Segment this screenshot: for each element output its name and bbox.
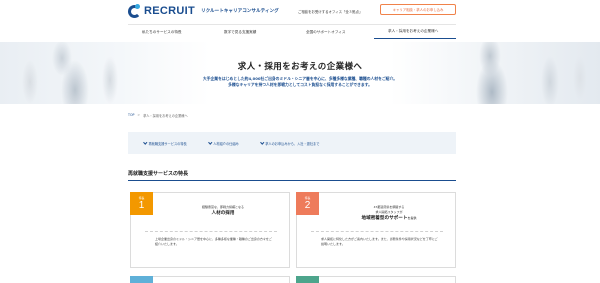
nav-item-label: 求人・採用をお考えの企業様へ — [388, 29, 439, 33]
logo-text: RECRUIT — [144, 5, 195, 17]
card-main-suffix: を提供 — [407, 216, 417, 220]
breadcrumb-current: 求人・採用をお考えの企業様へ — [143, 114, 188, 118]
badge-number: 1 — [138, 199, 145, 211]
nav-item-label: 全国のサポートオフィス — [306, 29, 346, 34]
consultation-cta-label: キャリア相談・求人のお申し込み — [392, 8, 444, 12]
card-main-heading: 地域密着型のサポートを提供 — [325, 215, 453, 222]
hero-description: 大手企業をはじめとした約4,000社ご出身のミドル・シニア層を中心に、多種多様な… — [0, 76, 600, 88]
anchor-link-label: 人材紹介の仕組み — [213, 141, 239, 146]
card-divider — [145, 231, 277, 232]
feature-card-2: 特長 2 47都道府県を網羅する 求人開拓スタッフが 地域密着型のサポートを提供… — [296, 192, 456, 268]
anchor-link-mechanism[interactable]: 人材紹介の仕組み — [208, 140, 239, 146]
card-body-text: 上場企業出身のミドル・シニア層を中心に、多種多様な業種・職種のご出身の方々をご紹… — [155, 237, 272, 246]
nav-item-companies[interactable]: 求人・採用をお考えの企業様へ — [374, 25, 456, 39]
global-nav: 私たちのサービスの特長 数字で見る支援実績 全国のサポートオフィス 求人・採用を… — [128, 24, 456, 39]
page-title: 求人・採用をお考えの企業様へ — [237, 62, 363, 72]
chevron-down-icon — [143, 140, 148, 145]
hero-image-right — [430, 42, 600, 104]
feature-badge — [130, 276, 153, 283]
card-main-heading: 人材の採用 — [159, 210, 287, 217]
nav-item-features[interactable]: 私たちのサービスの特長 — [128, 25, 210, 39]
card-heading: 経験豊富な、即戦力候補となる 人材の採用 — [159, 205, 287, 217]
nav-item-label: 数字で見る支援実績 — [224, 29, 257, 34]
chevron-down-icon — [260, 140, 264, 145]
logo-mark-icon — [128, 4, 142, 18]
breadcrumb-separator: > — [137, 113, 141, 117]
breadcrumb: TOP > 求人・採用をお考えの企業様へ — [128, 113, 188, 118]
section-title: 再就職支援サービスの特長 — [128, 171, 189, 177]
site-header: RECRUIT リクルートキャリアコンサルティング ご相談をお受けするオフィス「… — [0, 0, 600, 22]
nav-item-label: 私たちのサービスの特長 — [142, 29, 182, 34]
office-link[interactable]: ご相談をお受けするオフィス「全３拠点」 — [298, 9, 362, 14]
card-heading: 47都道府県を網羅する 求人開拓スタッフが 地域密着型のサポートを提供 — [325, 205, 453, 222]
breadcrumb-home-link[interactable]: TOP — [128, 113, 134, 118]
hero-banner — [0, 42, 600, 104]
anchor-link-label: 求人のお申込みから、入社・退社まで — [265, 141, 320, 146]
anchor-link-features[interactable]: 再就職支援サービスの特長 — [143, 140, 187, 146]
card-divider — [311, 231, 443, 232]
anchor-link-label: 再就職支援サービスの特長 — [148, 141, 187, 146]
nav-item-results[interactable]: 数字で見る支援実績 — [210, 25, 292, 39]
consultation-cta-button[interactable]: キャリア相談・求人のお申し込み — [380, 4, 456, 15]
card-main-text: 地域密着型のサポート — [361, 216, 408, 221]
feature-badge — [296, 276, 319, 283]
section-divider — [128, 180, 456, 181]
feature-card-1: 特長 1 経験豊富な、即戦力候補となる 人材の採用 上場企業出身のミドル・シニア… — [130, 192, 290, 268]
hero-line: 多様なキャリアを持つ人材を即戦力としてコスト負担なく採用することができます。 — [228, 82, 372, 87]
anchor-link-flow[interactable]: 求人のお申込みから、入社・退社まで — [260, 140, 320, 146]
feature-card-4 — [296, 276, 456, 283]
hero-image-left — [0, 42, 170, 104]
feature-badge: 特長 1 — [130, 192, 153, 215]
chevron-down-icon — [208, 140, 212, 145]
logo-subtitle: リクルートキャリアコンサルティング — [201, 9, 279, 14]
card-main-text: 人材の採用 — [211, 211, 235, 216]
card-body-text: 求人開拓に特化した方がご案内いたします。また、労務条件や採用状況などを丁寧にご説… — [321, 237, 438, 246]
page-anchor-links: 再就職支援サービスの特長 人材紹介の仕組み 求人のお申込みから、入社・退社まで — [128, 132, 456, 154]
nav-item-offices[interactable]: 全国のサポートオフィス — [292, 25, 374, 39]
recruit-logo[interactable]: RECRUIT リクルートキャリアコンサルティング — [128, 4, 279, 18]
badge-number: 2 — [304, 199, 311, 211]
feature-badge: 特長 2 — [296, 192, 319, 215]
feature-card-3 — [130, 276, 290, 283]
